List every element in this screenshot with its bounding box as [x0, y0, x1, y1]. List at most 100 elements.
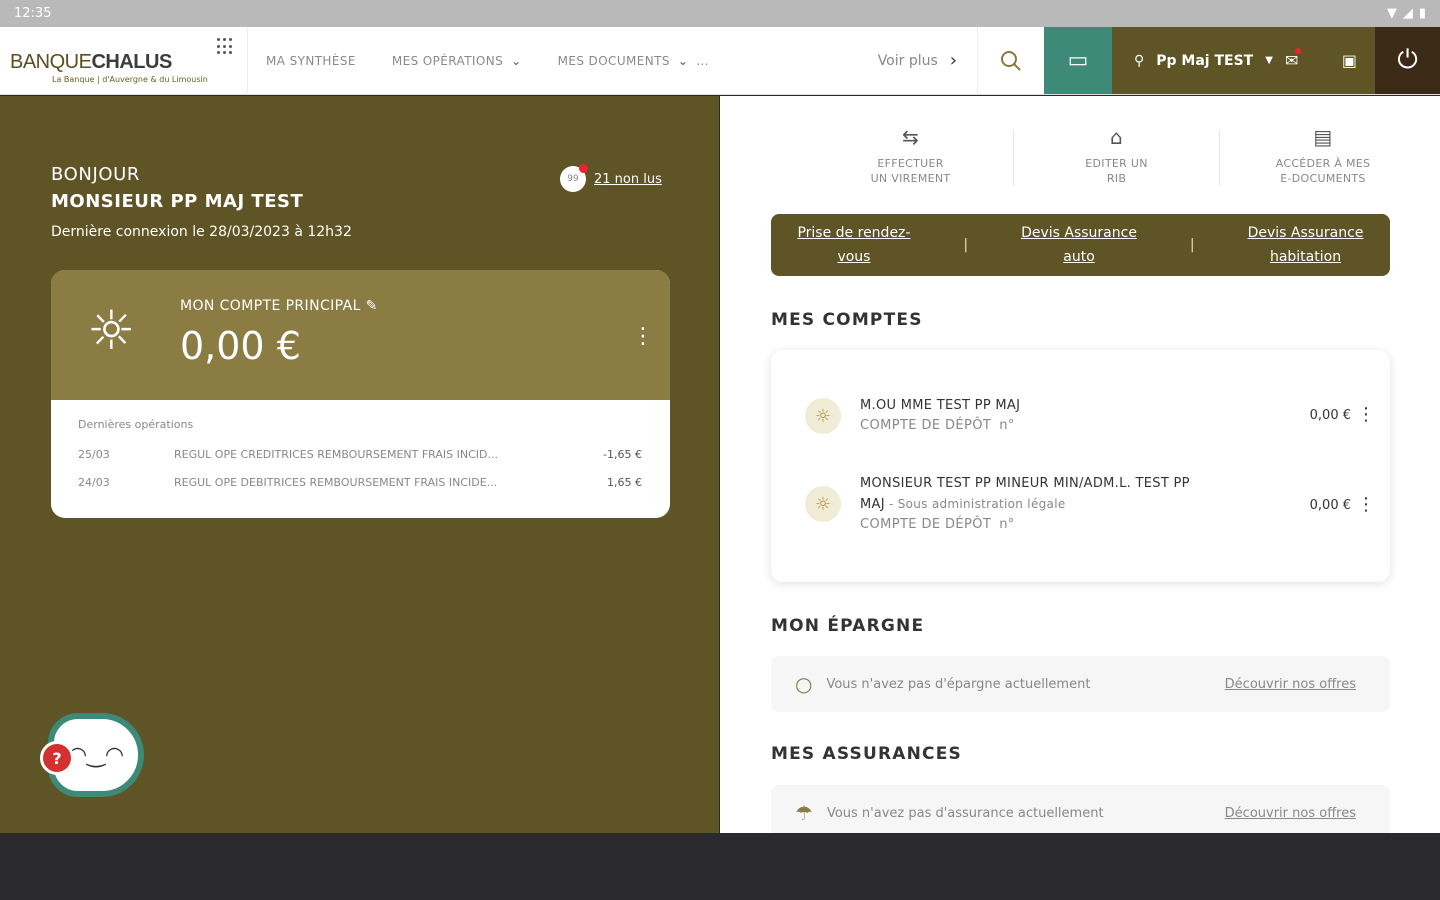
savings-empty-state: ○ Vous n'avez pas d'épargne actuellement… [771, 656, 1390, 712]
more-options-icon[interactable]: ⋮ [1357, 494, 1375, 515]
help-badge: ? [40, 741, 74, 775]
smiley-face-icon: ◠‿◠ [67, 742, 125, 768]
section-title-savings: MON ÉPARGNE [771, 616, 925, 636]
sun-icon: ☼ [87, 299, 136, 362]
notification-dot [1295, 48, 1302, 54]
brand-tagline: La Banque | d'Auvergne & du Limousin [52, 75, 208, 84]
system-navigation-bar [0, 833, 1440, 900]
document-icon: ▤ [1313, 125, 1333, 149]
operation-label: REGUL OPE DEBITRICES REMBOURSEMENT FRAIS… [174, 475, 498, 489]
left-panel: BONJOUR MONSIEUR PP MAJ TEST Dernière co… [0, 96, 719, 833]
operation-date: 25/03 [78, 447, 110, 461]
chevron-down-icon: ⌄ [511, 53, 522, 68]
more-options-icon[interactable]: ⋮ [632, 324, 654, 349]
mail-icon[interactable]: ✉ [1285, 48, 1302, 70]
car-insurance-quote-link[interactable]: Devis Assurance auto [1021, 221, 1137, 269]
recent-operations: Dernières opérations 25/03 REGUL OPE CRE… [51, 400, 670, 496]
account-holder: M.OU MME TEST PP MAJ COMPTE DE DÉPÔT n° [860, 396, 1270, 436]
quick-actions: ⇆ EFFECTUER UN VIREMENT ⌂ EDITER UN RIB … [808, 125, 1438, 186]
main-account-header: ☼ MON COMPTE PRINCIPAL ✎ 0,00 € ⋮ [51, 270, 670, 400]
brand-name: BANQUECHALUS [10, 51, 172, 73]
see-more-link[interactable]: Voir plus › [858, 26, 978, 95]
nav-menu: MA SYNTHÈSE MES OPÉRATIONS ⌄ MES DOCUMENT… [248, 26, 978, 95]
main-account-amount: 0,00 € [180, 324, 301, 368]
divider: | [1189, 237, 1195, 253]
main-account-card[interactable]: ☼ MON COMPTE PRINCIPAL ✎ 0,00 € ⋮ Derniè… [51, 270, 670, 518]
discover-offers-link[interactable]: Découvrir nos offres [1225, 677, 1356, 692]
apps-grid-icon[interactable] [217, 38, 237, 56]
status-time: 12:35 [14, 6, 52, 21]
quick-action-transfer[interactable]: ⇆ EFFECTUER UN VIREMENT [808, 125, 1014, 186]
logout-button[interactable]: ⏻ [1375, 27, 1440, 94]
user-menu[interactable]: ⚲ Pp Maj TEST ▼ ✉ ▣ [1112, 27, 1375, 94]
account-balance: 0,00 € [1309, 498, 1351, 513]
operation-amount: 1,65 € [607, 475, 642, 489]
chat-button[interactable]: ▭ [1044, 27, 1112, 94]
caret-down-icon: ▼ [1265, 55, 1273, 66]
sun-icon: ☼ [805, 398, 841, 434]
account-row[interactable]: ☼ M.OU MME TEST PP MAJ COMPTE DE DÉPÔT n°… [805, 396, 1385, 446]
user-name: Pp Maj TEST [1156, 52, 1254, 69]
operation-amount: -1,65 € [603, 447, 642, 461]
chat-icon: ▭ [1067, 48, 1089, 73]
status-icons: ▼ ◢ ▮ [1387, 6, 1426, 21]
quick-action-edocuments[interactable]: ▤ ACCÉDER À MES E-DOCUMENTS [1220, 125, 1426, 186]
right-panel: ⇆ EFFECTUER UN VIREMENT ⌂ EDITER UN RIB … [720, 96, 1440, 833]
account-type-link[interactable]: COMPTE DE DÉPÔT n° [860, 416, 1270, 436]
user-icon: ⚲ [1134, 52, 1145, 69]
discover-offers-link[interactable]: Découvrir nos offres [1225, 806, 1356, 821]
main-account-label: MON COMPTE PRINCIPAL ✎ [180, 298, 378, 314]
notification-dot [579, 164, 588, 173]
rib-icon: ⌂ [1110, 125, 1123, 149]
recent-operations-title: Dernières opérations [78, 418, 194, 431]
search-button[interactable] [978, 27, 1044, 94]
top-navigation: BANQUECHALUS La Banque | d'Auvergne & du… [0, 26, 1440, 95]
assistant-mascot-button[interactable]: ? ◠‿◠ [40, 713, 144, 797]
account-balance: 0,00 € [1309, 408, 1351, 423]
nav-item-synthese[interactable]: MA SYNTHÈSE [248, 54, 374, 68]
divider: | [963, 237, 969, 253]
sun-icon: ☼ [805, 486, 841, 522]
edit-icon[interactable]: ✎ [366, 298, 378, 314]
umbrella-icon: ☂ [795, 801, 813, 825]
greeting-hello: BONJOUR [51, 164, 141, 185]
signal-icon: ◢ [1402, 6, 1413, 21]
operation-date: 24/03 [78, 475, 110, 489]
power-icon: ⏻ [1397, 45, 1418, 75]
calendar-icon[interactable]: ▣ [1342, 51, 1357, 70]
account-row[interactable]: ☼ MONSIEUR TEST PP MINEUR MIN/ADM.L. TES… [805, 474, 1385, 540]
accounts-list: ☼ M.OU MME TEST PP MAJ COMPTE DE DÉPÔT n°… [771, 350, 1390, 582]
insurance-empty-state: ☂ Vous n'avez pas d'assurance actuelleme… [771, 785, 1390, 833]
savings-empty-text: Vous n'avez pas d'épargne actuellement [826, 676, 1091, 692]
home-insurance-quote-link[interactable]: Devis Assurance habitation [1248, 221, 1364, 269]
nav-item-operations[interactable]: MES OPÉRATIONS ⌄ [374, 54, 540, 68]
operation-row[interactable]: 25/03 REGUL OPE CREDITRICES REMBOURSEMEN… [78, 440, 642, 468]
section-title-insurance: MES ASSURANCES [771, 744, 962, 764]
search-icon [1001, 50, 1021, 71]
quick-action-rib[interactable]: ⌂ EDITER UN RIB [1014, 125, 1220, 186]
unread-count: 21 non lus [594, 171, 662, 187]
more-options-icon[interactable]: ⋮ [1357, 404, 1375, 425]
message-bubble-icon: 99 [560, 164, 588, 192]
section-title-accounts: MES COMPTES [771, 310, 923, 330]
appointment-link[interactable]: Prise de rendez-vous [797, 221, 910, 269]
account-holder: MONSIEUR TEST PP MINEUR MIN/ADM.L. TEST … [860, 474, 1270, 535]
operation-label: REGUL OPE CREDITRICES REMBOURSEMENT FRAI… [174, 447, 498, 461]
nav-item-documents[interactable]: MES DOCUMENTS ⌄... [540, 54, 727, 68]
insurance-empty-text: Vous n'avez pas d'assurance actuellement [826, 805, 1104, 821]
unread-messages-link[interactable]: 99 21 non lus [560, 164, 662, 192]
wifi-icon: ▼ [1386, 6, 1397, 21]
operation-row[interactable]: 24/03 REGUL OPE DEBITRICES REMBOURSEMENT… [78, 468, 642, 496]
chevron-down-icon: ⌄ [677, 53, 689, 68]
shortcut-links-bar: Prise de rendez-vous | Devis Assurance au… [771, 214, 1390, 276]
account-type-link[interactable]: COMPTE DE DÉPÔT n° [860, 515, 1270, 535]
status-bar: 12:35 ▼ ◢ ▮ [0, 0, 1440, 27]
transfer-icon: ⇆ [901, 125, 920, 149]
piggy-bank-icon: ○ [795, 672, 813, 696]
greeting-name: MONSIEUR PP MAJ TEST [51, 191, 304, 212]
greeting: BONJOUR MONSIEUR PP MAJ TEST Dernière co… [51, 164, 352, 240]
chevron-right-icon: › [949, 50, 957, 71]
bank-logo[interactable]: BANQUECHALUS La Banque | d'Auvergne & du… [0, 27, 248, 95]
last-login: Dernière connexion le 28/03/2023 à 12h32 [51, 224, 352, 240]
battery-icon: ▮ [1418, 6, 1426, 21]
